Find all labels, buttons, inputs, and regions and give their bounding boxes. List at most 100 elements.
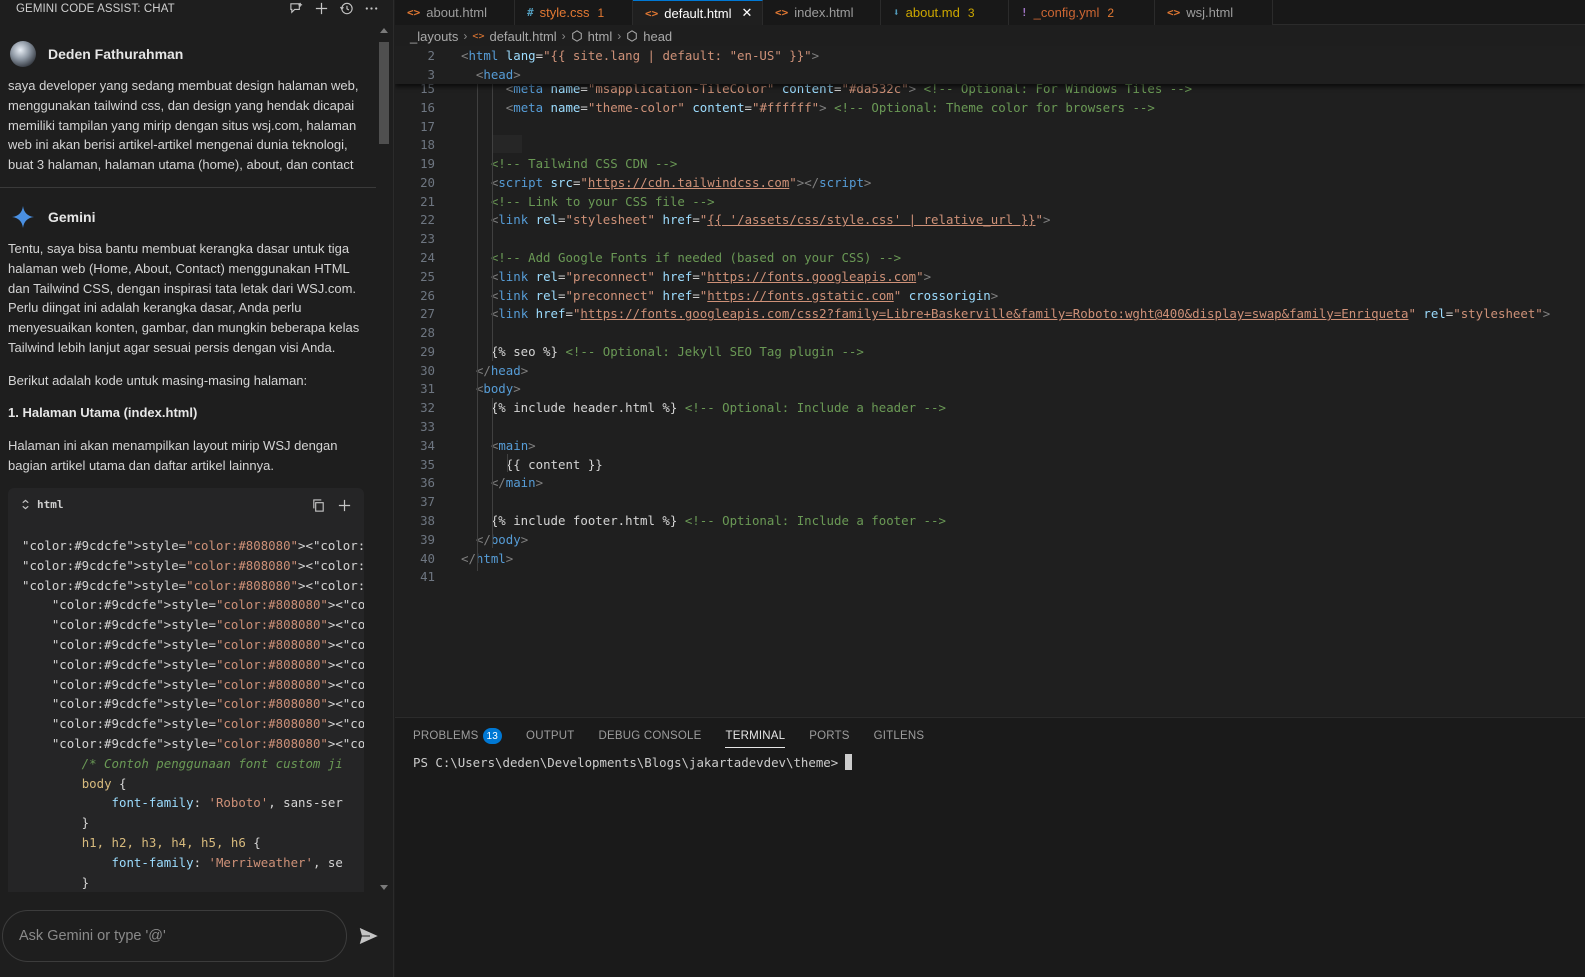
tab-about-md[interactable]: ⬇ about.md 3: [881, 0, 1009, 25]
line-source: <!-- Link to your CSS file -->: [490, 193, 715, 209]
tab-index-html[interactable]: <> index.html: [763, 0, 881, 25]
line-number: 32: [420, 400, 435, 416]
chat-messages[interactable]: Deden Fathurahman saya developer yang se…: [0, 26, 383, 892]
code-line: "color:#9cdcfe">style="color:#808080"><"…: [22, 538, 364, 553]
panel-tab-label: PORTS: [809, 730, 850, 742]
line-number: 26: [420, 287, 435, 303]
indent-guide: [492, 398, 493, 548]
code-line[interactable]: 38 {% include footer.html %} <!-- Option…: [395, 511, 1585, 530]
tab-label: _config.yml: [1033, 5, 1100, 20]
code-line[interactable]: 22 <link rel="stylesheet" href="{{ '/ass…: [395, 210, 1585, 229]
code-line[interactable]: 37: [395, 492, 1585, 511]
panel-tab-gitlens[interactable]: GITLENS: [874, 728, 925, 748]
editor-tab-bar: <> about.html # style.css 1 <> default.html ✕ <>…: [395, 0, 1585, 25]
code-line[interactable]: 26 <link rel="preconnect" href="https://…: [395, 286, 1585, 305]
breadcrumb-item[interactable]: _layouts: [410, 29, 458, 44]
terminal[interactable]: PS C:\Users\deden\Developments\Blogs\jak…: [413, 754, 853, 770]
line-number: 37: [420, 494, 435, 510]
breadcrumb-item[interactable]: default.html: [489, 29, 556, 44]
line-number: 29: [420, 343, 435, 359]
scrollbar-thumb[interactable]: [379, 42, 389, 144]
code-line: "color:#9cdcfe">style="color:#808080"><"…: [22, 557, 364, 573]
code-line[interactable]: 23: [395, 229, 1585, 248]
panel-tab-output[interactable]: OUTPUT: [526, 728, 574, 748]
panel-tab-debug-console[interactable]: DEBUG CONSOLE: [599, 728, 702, 748]
tab-default-html[interactable]: <> default.html ✕: [633, 0, 763, 25]
breadcrumb-item[interactable]: html: [588, 29, 613, 44]
code-line[interactable]: 30 </head>: [395, 361, 1585, 380]
panel-tab-ports[interactable]: PORTS: [809, 728, 849, 748]
sticky-scroll-header[interactable]: 2 <html lang="{{ site.lang | default: "en…: [395, 46, 1585, 84]
file-type-icon: ⬇: [893, 6, 900, 19]
code-editor[interactable]: 2 <html lang="{{ site.lang | default: "en…: [395, 46, 1585, 716]
line-source: <body>: [475, 381, 521, 397]
line-number: 41: [420, 569, 435, 585]
breadcrumb-item[interactable]: head: [643, 29, 672, 44]
line-number: 21: [420, 193, 435, 209]
code-line[interactable]: 18: [395, 135, 1585, 154]
chat-input[interactable]: [19, 911, 339, 961]
more-icon[interactable]: [363, 1, 379, 17]
copy-icon[interactable]: [310, 497, 326, 513]
code-line[interactable]: 27 <link href="https://fonts.googleapis.…: [395, 304, 1585, 323]
code-line[interactable]: 16 <meta name="theme-color" content="#ff…: [395, 98, 1585, 117]
code-line[interactable]: 36 </main>: [395, 473, 1585, 492]
line-source: <meta name="theme-color" content="#fffff…: [505, 99, 1155, 115]
panel-tab-label: GITLENS: [873, 730, 925, 742]
line-number: 36: [420, 475, 435, 491]
code-line[interactable]: 29 {% seo %} <!-- Optional: Jekyll SEO T…: [395, 342, 1585, 361]
tab-style-css[interactable]: # style.css 1: [515, 0, 633, 25]
assistant-paragraph: Tentu, saya bisa bantu membuat kerangka …: [8, 241, 360, 355]
code-line[interactable]: 2 <html lang="{{ site.lang | default: "en…: [395, 46, 1585, 65]
code-line[interactable]: 34 <main>: [395, 436, 1585, 455]
code-line[interactable]: 24 <!-- Add Google Fonts if needed (base…: [395, 248, 1585, 267]
code-line[interactable]: 28: [395, 323, 1585, 342]
chat-header: GEMINI CODE ASSIST: CHAT: [0, 0, 393, 17]
code-line[interactable]: 39 </body>: [395, 530, 1585, 549]
line-number: 2: [427, 48, 435, 63]
line-number: 30: [420, 362, 435, 378]
history-icon[interactable]: [338, 1, 354, 17]
code-line[interactable]: 40 </html>: [395, 549, 1585, 568]
code-line[interactable]: 19 <!-- Tailwind CSS CDN -->: [395, 154, 1585, 173]
insert-code-icon[interactable]: [336, 497, 352, 513]
code-line[interactable]: 25 <link rel="preconnect" href="https://…: [395, 267, 1585, 286]
code-line[interactable]: 3 <head>: [395, 65, 1585, 84]
plus-icon[interactable]: [313, 1, 329, 17]
code-line[interactable]: 17: [395, 117, 1585, 136]
line-source: <!-- Add Google Fonts if needed (based o…: [490, 250, 902, 266]
assistant-name: Gemini: [48, 209, 96, 225]
collapse-icon[interactable]: [20, 499, 31, 510]
panel-tab-terminal[interactable]: TERMINAL: [725, 728, 786, 748]
tab-wsj-html[interactable]: <> wsj.html: [1155, 0, 1273, 25]
line-source: </html>: [461, 550, 514, 566]
line-source: <link rel="preconnect" href="https://fon…: [490, 268, 932, 284]
send-icon[interactable]: [356, 923, 382, 949]
file-type-icon: <>: [645, 6, 659, 20]
new-chat-icon[interactable]: [288, 1, 304, 17]
tab-about-html[interactable]: <> about.html: [395, 0, 515, 25]
html-element-icon: [626, 30, 638, 42]
code-line: body {: [81, 775, 127, 791]
code-line[interactable]: 33: [395, 417, 1585, 436]
scroll-down-arrow-icon[interactable]: [380, 885, 388, 890]
chat-scrollbar[interactable]: [377, 26, 391, 892]
terminal-prompt: PS C:\Users\deden\Developments\Blogs\jak…: [413, 754, 839, 770]
code-line[interactable]: 32 {% include header.html %} <!-- Option…: [395, 398, 1585, 417]
code-line[interactable]: 41: [395, 567, 1585, 586]
chevron-right-icon: ›: [617, 29, 622, 43]
close-icon[interactable]: ✕: [741, 5, 752, 21]
tab-label: about.md: [905, 5, 960, 20]
code-line[interactable]: 20 <script src="https://cdn.tailwindcss.…: [395, 173, 1585, 192]
code-line[interactable]: 31 <body>: [395, 379, 1585, 398]
panel-tab-problems[interactable]: PROBLEMS 13: [413, 728, 503, 748]
code-line[interactable]: 35 {{ content }}: [395, 455, 1585, 474]
gemini-chat-panel: GEMINI CODE ASSIST: CHAT Deden Fathurahm…: [0, 0, 394, 977]
tab--config-yml[interactable]: ! _config.yml 2: [1009, 0, 1155, 25]
scroll-up-arrow-icon[interactable]: [380, 28, 388, 33]
code-line: "color:#9cdcfe">style="color:#808080"><"…: [22, 577, 364, 593]
line-source: <link href="https://fonts.googleapis.com…: [490, 306, 1551, 322]
code-line[interactable]: 21 <!-- Link to your CSS file -->: [395, 192, 1585, 211]
indent-guide: [507, 454, 508, 472]
code-content[interactable]: "color:#9cdcfe">style="color:#808080"><"…: [22, 536, 364, 892]
